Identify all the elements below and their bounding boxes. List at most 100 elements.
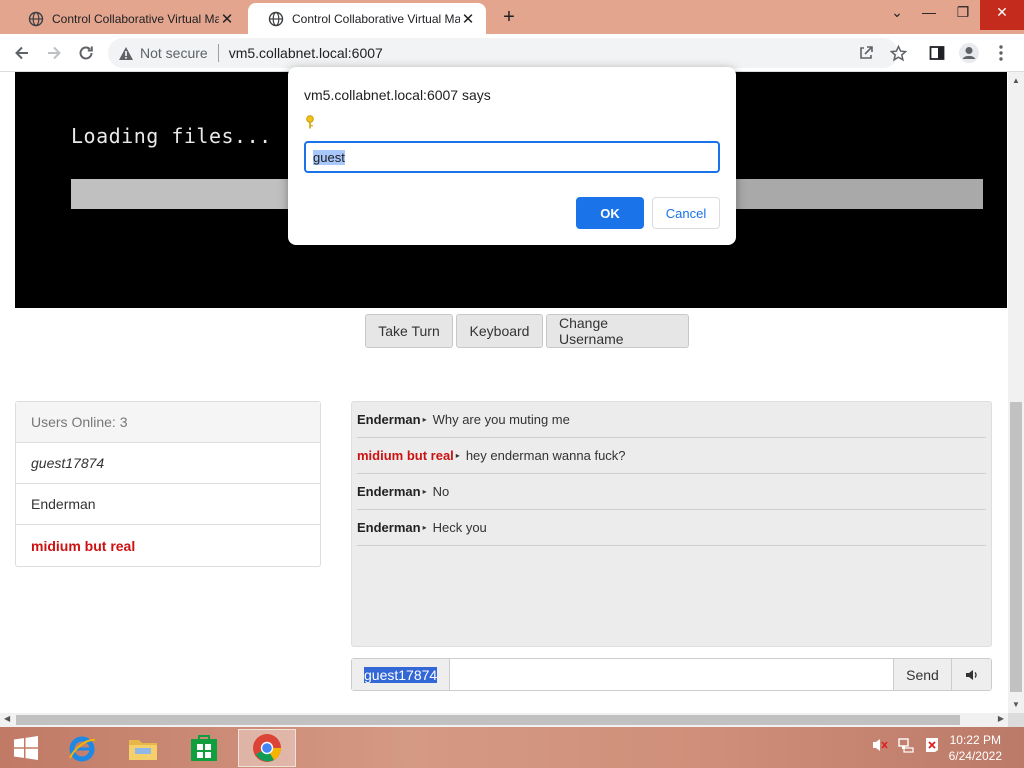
windows-logo-icon <box>14 736 38 760</box>
scroll-left-arrow-icon[interactable]: ◀ <box>4 714 10 723</box>
scrollbar-corner <box>1008 713 1024 727</box>
warning-icon <box>119 46 133 60</box>
change-username-button[interactable]: Change Username <box>546 314 689 348</box>
chrome-icon <box>253 734 281 762</box>
new-tab-button[interactable]: + <box>498 6 520 29</box>
window-controls: ⌄ — ❐ ✕ <box>882 0 1024 30</box>
chrome-taskbar-button[interactable] <box>238 729 296 767</box>
dialog-title: vm5.collabnet.local:6007 says <box>304 87 491 103</box>
send-button[interactable]: Send <box>893 659 951 690</box>
internet-explorer-taskbar-button[interactable] <box>56 729 108 767</box>
caret-right-icon: ▸ <box>422 415 427 424</box>
chat-text: Heck you <box>432 520 487 535</box>
bookmark-star-icon[interactable] <box>887 42 909 64</box>
taskbar-clock[interactable]: 10:22 PM 6/24/2022 <box>949 732 1002 764</box>
loading-text: Loading files... <box>71 124 272 148</box>
file-explorer-taskbar-button[interactable] <box>117 729 169 767</box>
action-center-alert-icon[interactable] <box>924 737 940 753</box>
loading-progress-fill <box>71 179 309 209</box>
caret-right-icon: ▸ <box>455 451 460 460</box>
users-online-header: Users Online: 3 <box>16 402 320 443</box>
vertical-scroll-thumb[interactable] <box>1010 402 1022 692</box>
restore-icon[interactable]: ❐ <box>946 0 980 30</box>
address-bar[interactable]: Not secure vm5.collabnet.local:6007 <box>108 38 898 68</box>
chat-text: hey enderman wanna fuck? <box>465 448 626 463</box>
reload-icon <box>79 46 93 60</box>
store-taskbar-button[interactable] <box>178 729 230 767</box>
chat-message: Enderman ▸ Why are you muting me <box>357 402 986 438</box>
caret-right-icon: ▸ <box>422 523 427 532</box>
users-online-panel: Users Online: 3 guest17874 Enderman midi… <box>15 401 321 567</box>
chat-username: Enderman <box>357 412 421 427</box>
minimize-icon[interactable]: — <box>912 0 946 30</box>
share-icon[interactable] <box>855 42 877 64</box>
sound-toggle-button[interactable] <box>951 659 991 690</box>
key-icon <box>306 115 314 129</box>
dialog-text-input[interactable]: guest <box>304 141 720 173</box>
chat-message-input[interactable] <box>450 659 893 690</box>
horizontal-scrollbar[interactable]: ◀ ▶ <box>0 713 1008 727</box>
horizontal-scroll-thumb[interactable] <box>16 715 960 725</box>
cancel-button[interactable]: Cancel <box>652 197 720 229</box>
forward-button[interactable] <box>41 40 67 66</box>
globe-icon <box>28 11 44 26</box>
chevron-down-icon[interactable]: ⌄ <box>882 0 912 30</box>
arrow-right-icon <box>48 46 61 60</box>
prompt-dialog: vm5.collabnet.local:6007 says guest OK C… <box>288 67 736 245</box>
store-icon <box>191 735 217 761</box>
tab-title: Control Collaborative Virtual Machines <box>292 11 460 26</box>
tab-title: Control Collaborative Virtual Machines <box>52 11 219 26</box>
chat-username-addon[interactable]: guest17874 <box>352 659 450 690</box>
browser-tab-2[interactable]: Control Collaborative Virtual Machines ✕ <box>248 3 486 34</box>
system-tray <box>872 737 940 753</box>
chat-text: Why are you muting me <box>432 412 570 427</box>
back-button[interactable] <box>9 40 35 66</box>
chat-username: midium but real <box>357 448 454 463</box>
kebab-menu-icon[interactable] <box>990 42 1012 64</box>
chat-username: Enderman <box>357 484 421 499</box>
chat-message: Enderman ▸ No <box>357 474 986 510</box>
ok-button[interactable]: OK <box>576 197 644 229</box>
browser-tab-strip: Control Collaborative Virtual Machines ✕… <box>0 0 1024 34</box>
vm-controls: Take Turn Keyboard Change Username <box>365 314 689 348</box>
profile-avatar[interactable] <box>958 42 980 64</box>
chat-username-label: guest17874 <box>364 666 438 683</box>
caret-right-icon: ▸ <box>422 487 427 496</box>
scroll-up-arrow-icon[interactable]: ▲ <box>1012 76 1020 85</box>
chat-text: No <box>432 484 450 499</box>
close-tab-icon[interactable]: ✕ <box>219 10 235 28</box>
chat-input-group: guest17874 Send <box>351 658 992 691</box>
clock-date: 6/24/2022 <box>948 749 1002 763</box>
browser-tab-1[interactable]: Control Collaborative Virtual Machines ✕ <box>8 3 245 34</box>
take-turn-button[interactable]: Take Turn <box>365 314 453 348</box>
security-label[interactable]: Not secure <box>140 45 208 61</box>
close-tab-icon[interactable]: ✕ <box>460 10 476 28</box>
network-icon[interactable] <box>898 737 914 753</box>
chat-username: Enderman <box>357 520 421 535</box>
user-list-item[interactable]: midium but real <box>16 525 320 566</box>
chat-message: midium but real ▸ hey enderman wanna fuc… <box>357 438 986 474</box>
scroll-down-arrow-icon[interactable]: ▼ <box>1012 700 1020 709</box>
reload-button[interactable] <box>73 40 99 66</box>
close-window-icon[interactable]: ✕ <box>980 0 1024 30</box>
side-panel-icon[interactable] <box>926 42 948 64</box>
folder-icon <box>129 740 157 760</box>
user-list-item[interactable]: guest17874 <box>16 443 320 484</box>
speaker-icon <box>965 669 977 680</box>
globe-icon <box>268 11 284 26</box>
scroll-right-arrow-icon[interactable]: ▶ <box>998 714 1004 723</box>
url-text[interactable]: vm5.collabnet.local:6007 <box>229 45 383 61</box>
keyboard-button[interactable]: Keyboard <box>456 314 543 348</box>
omnibox-divider <box>217 44 219 62</box>
user-list-item[interactable]: Enderman <box>16 484 320 525</box>
vertical-scrollbar[interactable]: ▲ ▼ <box>1008 72 1024 713</box>
dialog-input-value: guest <box>313 149 345 165</box>
chat-log: Enderman ▸ Why are you muting me midium … <box>351 401 992 647</box>
arrow-left-icon <box>15 46 28 60</box>
clock-time: 10:22 PM <box>949 733 1001 747</box>
start-button[interactable] <box>0 729 52 767</box>
volume-muted-icon[interactable] <box>872 737 888 753</box>
windows-taskbar: 10:22 PM 6/24/2022 <box>0 727 1024 768</box>
internet-explorer-icon <box>69 736 96 762</box>
chat-message: Enderman ▸ Heck you <box>357 510 986 546</box>
